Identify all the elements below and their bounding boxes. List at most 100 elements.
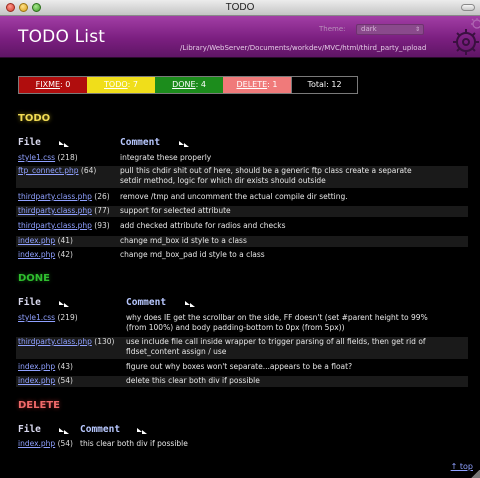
file-link[interactable]: index.php xyxy=(18,362,55,371)
line-number: (43) xyxy=(55,362,73,371)
table-row: thirdparty.class.php (130) use include f… xyxy=(16,337,468,359)
file-cell: index.php (54) xyxy=(18,439,73,449)
file-cell: thirdparty.class.php (93) xyxy=(18,221,110,231)
file-link[interactable]: index.php xyxy=(18,439,55,448)
summary-bar: FIXME: 0 TODO: 7 DONE: 4 DELETE: 1 Total… xyxy=(18,76,358,94)
table-row: thirdparty.class.php (26) remove /tmp an… xyxy=(16,192,468,203)
line-number: (77) xyxy=(91,206,110,215)
comment-cell: delete this clear both div if possible xyxy=(126,376,260,385)
table-row: index.php (54) delete this clear both di… xyxy=(16,376,468,387)
toolbar-toggle-button[interactable] xyxy=(461,4,475,11)
table-row: index.php (41) change md_box id style to… xyxy=(16,236,468,247)
fixme-count: : 0 xyxy=(60,80,71,89)
file-link[interactable]: style1.css xyxy=(18,153,55,162)
comment-line: fldset_content assign / use xyxy=(126,347,227,356)
comment-line: pull this chdir shit out of here, should… xyxy=(120,166,412,175)
theme-select-value: dark xyxy=(361,25,377,33)
file-link[interactable]: index.php xyxy=(18,236,55,245)
resize-grip[interactable] xyxy=(470,470,480,478)
file-link[interactable]: index.php xyxy=(18,250,55,259)
done-section-title: DONE xyxy=(18,273,51,284)
theme-select[interactable]: dark ⇕ xyxy=(356,24,424,35)
window-title: TODO xyxy=(225,2,255,13)
line-number: (42) xyxy=(55,250,73,259)
file-link[interactable]: thirdparty.class.php xyxy=(18,206,92,215)
done-filter-link[interactable]: DONE xyxy=(172,77,196,93)
comment-cell: integrate these properly xyxy=(120,153,212,162)
file-cell: index.php (42) xyxy=(18,250,73,260)
file-link[interactable]: style1.css xyxy=(18,313,55,322)
summary-delete[interactable]: DELETE: 1 xyxy=(223,77,291,93)
gear-decoration-icon xyxy=(453,18,480,55)
line-number: (93) xyxy=(91,221,110,230)
file-link[interactable]: thirdparty.class.php xyxy=(18,337,92,346)
sort-arrows-icon[interactable] xyxy=(58,427,70,435)
file-cell: thirdparty.class.php (26) xyxy=(18,192,110,202)
comment-cell: use include file call inside wrapper to … xyxy=(126,337,426,357)
done-column-comment[interactable]: Comment xyxy=(126,297,166,308)
page-header: TODO List Theme: dark ⇕ /Library/WebServ… xyxy=(0,16,480,58)
comment-line: why does IE get the scrollbar on the sid… xyxy=(126,313,428,322)
delete-count: : 1 xyxy=(267,80,278,89)
theme-label: Theme: xyxy=(319,25,346,33)
comment-line: setdir method, logic for which dir exist… xyxy=(120,176,326,185)
table-row: index.php (42) change md_box_pad id styl… xyxy=(16,250,468,261)
line-number: (54) xyxy=(55,376,73,385)
table-row: style1.css (219) why does IE get the scr… xyxy=(16,313,468,335)
sort-arrows-icon[interactable] xyxy=(58,300,70,308)
table-row: thirdparty.class.php (93) add checked at… xyxy=(16,221,468,232)
table-row: index.php (54) this clear both div if po… xyxy=(16,439,468,450)
sort-arrows-icon[interactable] xyxy=(178,140,190,148)
summary-todo[interactable]: TODO: 7 xyxy=(87,77,155,93)
comment-line: use include file call inside wrapper to … xyxy=(126,337,426,346)
todo-column-comment[interactable]: Comment xyxy=(120,137,160,148)
comment-cell: why does IE get the scrollbar on the sid… xyxy=(126,313,428,333)
file-link[interactable]: thirdparty.class.php xyxy=(18,192,92,201)
select-arrows-icon: ⇕ xyxy=(414,26,420,33)
todo-column-file[interactable]: File xyxy=(18,137,41,148)
directory-path: /Library/WebServer/Documents/workdev/MVC… xyxy=(180,44,427,52)
table-row: index.php (43) figure out why boxes won'… xyxy=(16,362,468,373)
file-cell: index.php (41) xyxy=(18,236,73,246)
comment-line: (from 100%) and body padding-bottom to 0… xyxy=(126,323,345,332)
summary-total: Total: 12 xyxy=(291,77,357,93)
line-number: (54) xyxy=(55,439,73,448)
table-row: ftp_connect.php (64) pull this chdir shi… xyxy=(16,166,468,188)
line-number: (26) xyxy=(91,192,110,201)
delete-column-file[interactable]: File xyxy=(18,424,41,435)
done-count: : 4 xyxy=(195,80,206,89)
todo-count: : 7 xyxy=(127,80,138,89)
done-column-file[interactable]: File xyxy=(18,297,41,308)
file-cell: index.php (54) xyxy=(18,376,73,386)
window-titlebar: TODO xyxy=(0,0,480,16)
file-cell: thirdparty.class.php (130) xyxy=(18,337,114,347)
comment-cell: change md_box id style to a class xyxy=(120,236,247,245)
table-row: style1.css (218) integrate these properl… xyxy=(16,153,468,164)
comment-cell: add checked attribute for radios and che… xyxy=(120,221,286,230)
sort-arrows-icon[interactable] xyxy=(58,140,70,148)
sort-arrows-icon[interactable] xyxy=(136,427,148,435)
file-cell: ftp_connect.php (64) xyxy=(18,166,96,176)
summary-done[interactable]: DONE: 4 xyxy=(155,77,223,93)
file-cell: thirdparty.class.php (77) xyxy=(18,206,110,216)
delete-filter-link[interactable]: DELETE xyxy=(237,77,268,93)
delete-column-comment[interactable]: Comment xyxy=(80,424,120,435)
line-number: (64) xyxy=(78,166,97,175)
sort-arrows-icon[interactable] xyxy=(184,300,196,308)
file-link[interactable]: index.php xyxy=(18,376,55,385)
file-cell: style1.css (218) xyxy=(18,153,78,163)
comment-cell: pull this chdir shit out of here, should… xyxy=(120,166,412,186)
comment-cell: remove /tmp and uncomment the actual com… xyxy=(120,192,348,201)
comment-cell: change md_box_pad id style to a class xyxy=(120,250,265,259)
delete-section-title: DELETE xyxy=(18,400,60,411)
comment-cell: figure out why boxes won't separate...ap… xyxy=(126,362,353,371)
file-link[interactable]: thirdparty.class.php xyxy=(18,221,92,230)
comment-cell: support for selected attribute xyxy=(120,206,231,215)
summary-fixme[interactable]: FIXME: 0 xyxy=(19,77,87,93)
todo-filter-link[interactable]: TODO xyxy=(104,77,128,93)
file-link[interactable]: ftp_connect.php xyxy=(18,166,79,175)
fixme-filter-link[interactable]: FIXME xyxy=(36,77,60,93)
file-cell: index.php (43) xyxy=(18,362,73,372)
todo-section-title: TODO xyxy=(18,113,51,124)
file-cell: style1.css (219) xyxy=(18,313,78,323)
